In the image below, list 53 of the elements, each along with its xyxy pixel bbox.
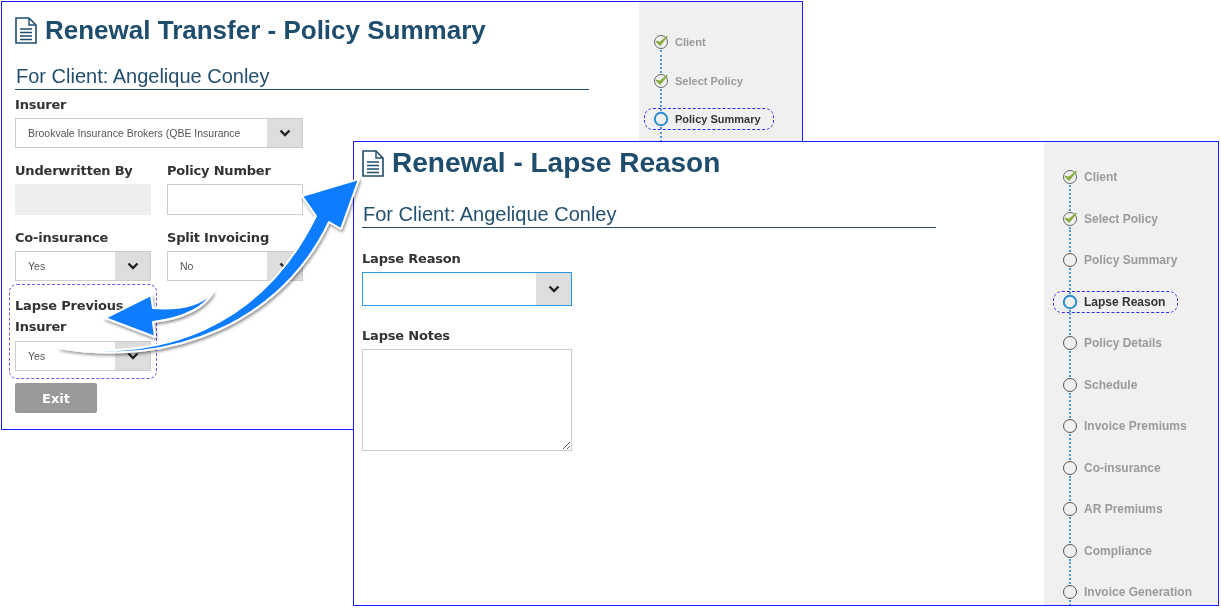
- wizard-step[interactable]: Client: [644, 31, 715, 53]
- text-field[interactable]: [167, 184, 303, 215]
- circle-icon: [1062, 584, 1078, 600]
- circle-icon: [1062, 335, 1078, 351]
- circle-icon: [1062, 542, 1078, 559]
- wizard-step[interactable]: Policy Summary: [644, 108, 774, 130]
- field-label: Lapse Notes: [362, 327, 451, 345]
- field-label: Policy Number: [167, 162, 272, 180]
- wizard-step[interactable]: AR Premiums: [1053, 498, 1172, 520]
- wizard-step[interactable]: Compliance: [1053, 539, 1161, 562]
- page-title: Renewal - Lapse Reason: [392, 147, 721, 179]
- circle-icon: [653, 111, 669, 127]
- dropdown-field[interactable]: [362, 272, 572, 306]
- client-heading: For Client: Angelique Conley: [15, 64, 589, 90]
- field-label: Insurer: [15, 96, 68, 114]
- dropdown-field[interactable]: Yes: [15, 251, 151, 281]
- circle-icon: [1062, 376, 1078, 393]
- client-heading: For Client: Angelique Conley: [362, 202, 936, 228]
- circle-icon: [1062, 252, 1078, 268]
- chevron-icon: [547, 285, 560, 293]
- circle-icon: [1062, 293, 1078, 310]
- dropdown-field[interactable]: Yes: [15, 341, 151, 371]
- circle-icon: [1062, 501, 1078, 517]
- wizard-step[interactable]: Client: [1053, 166, 1127, 188]
- document-icon: [362, 149, 384, 177]
- circle-icon: [1062, 418, 1078, 434]
- notes-field[interactable]: [362, 349, 572, 451]
- field-label: Underwritten By: [15, 162, 134, 180]
- chevron-icon: [126, 262, 139, 270]
- dropdown-field[interactable]: Brookvale Insurance Brokers (QBE Insurance: [15, 118, 303, 148]
- check-circle-icon: [1062, 169, 1078, 185]
- field-label: Lapse Previous Insurer: [15, 297, 125, 336]
- wizard-step[interactable]: Select Policy: [644, 69, 752, 92]
- circle-icon: [1062, 459, 1078, 476]
- wizard-step[interactable]: Lapse Reason: [1053, 290, 1179, 313]
- wizard-step[interactable]: Select Policy: [1053, 207, 1168, 230]
- document-icon: [15, 16, 37, 44]
- check-circle-icon: [653, 34, 669, 50]
- field-label: Co-insurance: [15, 229, 110, 247]
- wizard-step[interactable]: Invoice Premiums: [1053, 415, 1196, 437]
- chevron-icon: [126, 352, 139, 360]
- field-label: Split Invoicing: [167, 229, 270, 247]
- check-circle-icon: [653, 72, 669, 89]
- field-label: Lapse Reason: [362, 250, 462, 268]
- wizard-step[interactable]: Invoice Generation: [1053, 581, 1202, 603]
- exit-button[interactable]: Exit: [15, 383, 97, 413]
- page-title: Renewal Transfer - Policy Summary: [45, 14, 486, 46]
- wizard-step[interactable]: Policy Summary: [1053, 249, 1187, 271]
- wizard-step[interactable]: Policy Details: [1053, 332, 1172, 354]
- chevron-icon: [278, 129, 291, 137]
- wizard-step[interactable]: Co-insurance: [1053, 456, 1170, 479]
- check-circle-icon: [1062, 210, 1078, 227]
- wizard-step[interactable]: Schedule: [1053, 373, 1147, 396]
